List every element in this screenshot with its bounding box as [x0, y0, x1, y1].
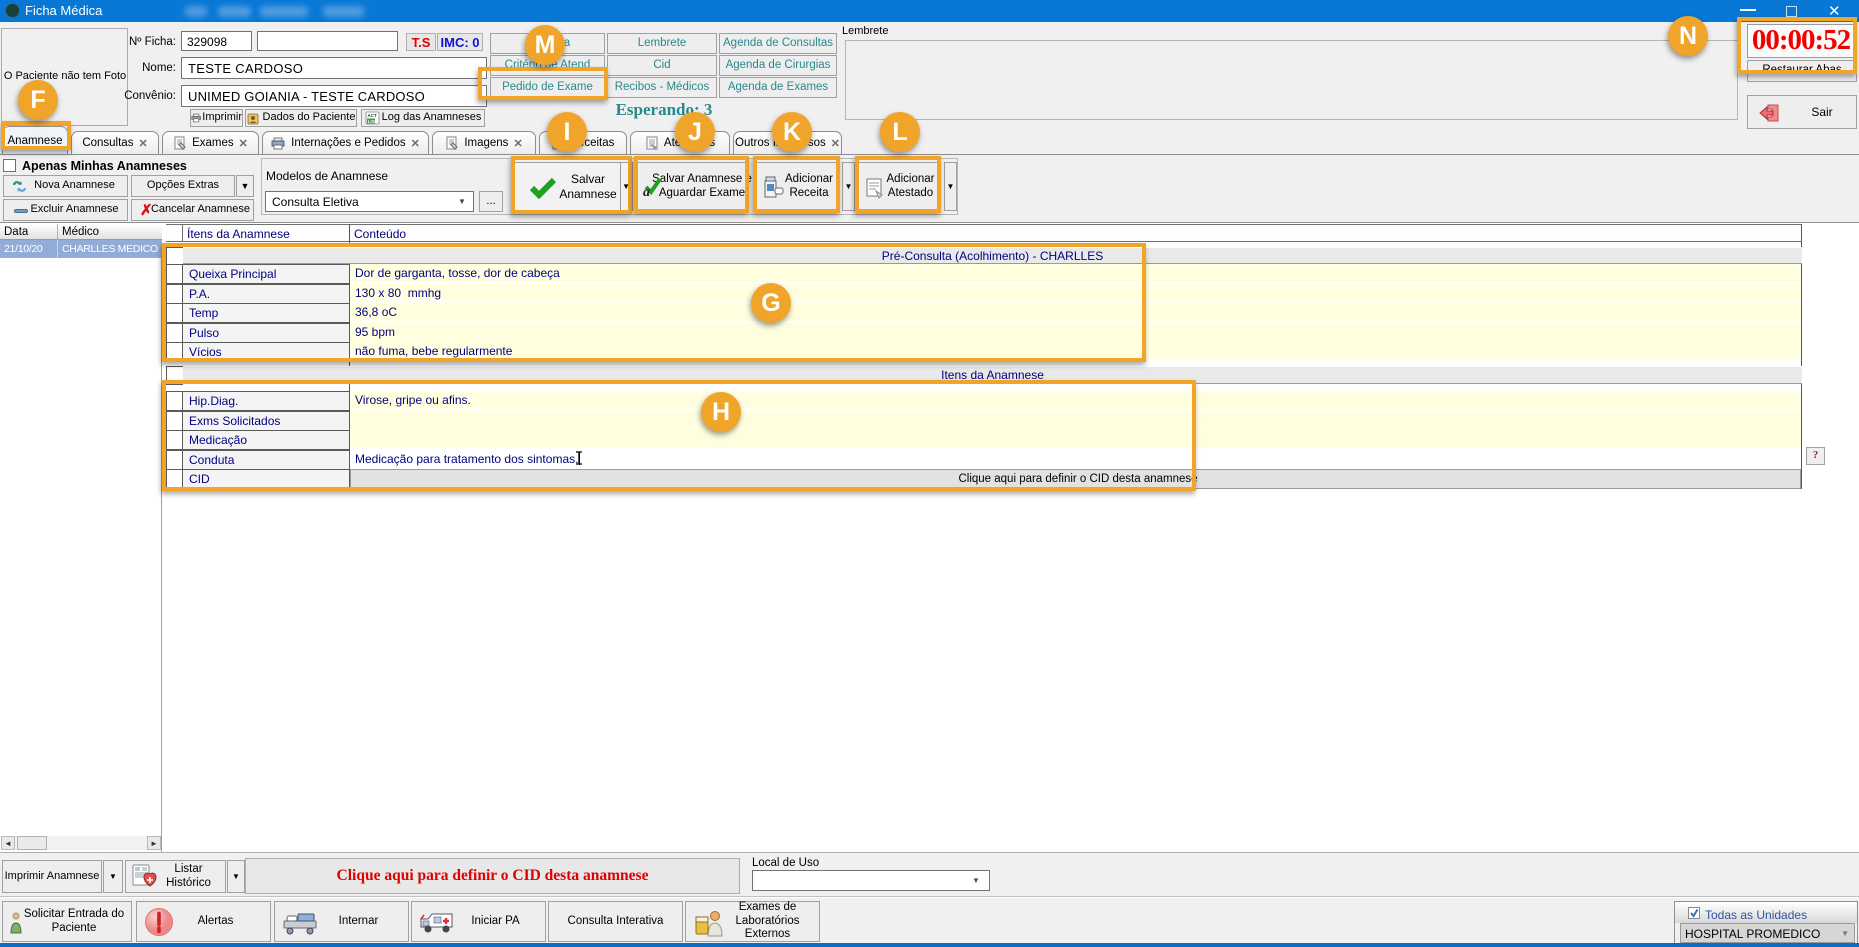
svg-text:ACT: ACT: [367, 113, 376, 118]
svg-text:LOG: LOG: [367, 119, 377, 124]
